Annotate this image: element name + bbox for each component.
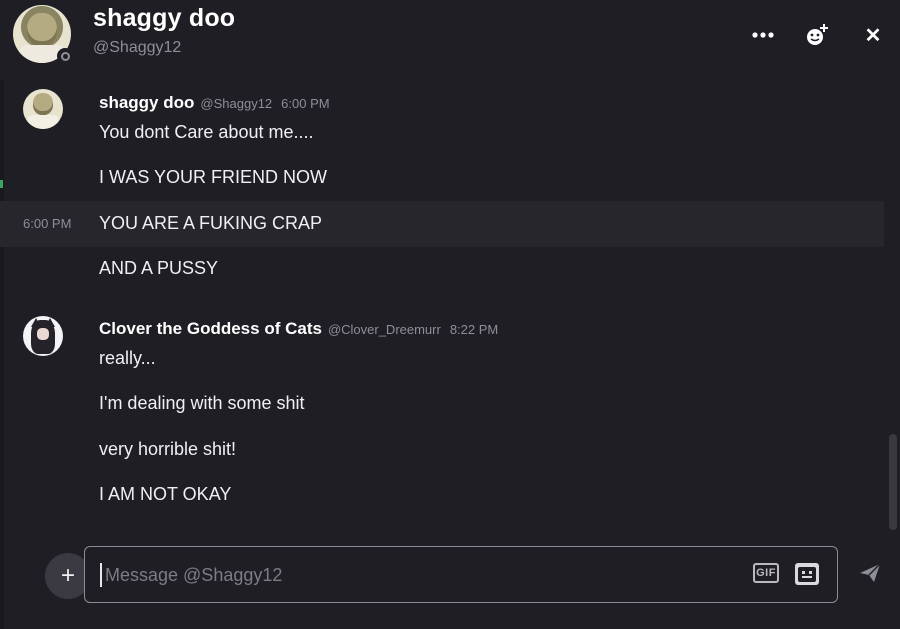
message-text: very horrible shit!	[99, 439, 237, 459]
more-icon	[752, 32, 774, 38]
message-header: Clover the Goddess of Cats @Clover_Dreem…	[99, 319, 498, 339]
message-timestamp: 8:22 PM	[449, 322, 499, 337]
close-button[interactable]: ✕	[858, 20, 888, 50]
message-composer: + GIF	[0, 540, 900, 629]
add-friend-button[interactable]	[802, 20, 832, 50]
sticker-icon	[795, 563, 819, 585]
close-icon: ✕	[864, 24, 882, 47]
message-avatar-shaggy[interactable]	[23, 89, 63, 129]
send-icon	[860, 563, 881, 582]
message-author[interactable]: shaggy doo	[99, 93, 194, 113]
avatar-face	[27, 13, 57, 47]
message-text: AND A PUSSY	[99, 258, 219, 278]
avatar-shirt	[27, 115, 59, 129]
scrollbar-thumb[interactable]	[889, 434, 897, 530]
message-text: I WAS YOUR FRIEND NOW	[99, 167, 328, 187]
message-handle: @Shaggy12	[200, 96, 273, 111]
status-ring	[60, 51, 70, 61]
send-button[interactable]	[858, 562, 884, 588]
status-offline-indicator	[57, 48, 73, 64]
avatar-face	[37, 328, 49, 340]
message-timestamp: 6:00 PM	[281, 96, 330, 111]
avatar-face	[33, 93, 53, 115]
header-handle: @Shaggy12	[93, 39, 182, 56]
message-text: I'm dealing with some shit	[99, 393, 305, 413]
message-text: You dont Care about me....	[99, 122, 314, 142]
message-input-box[interactable]: GIF	[84, 546, 838, 603]
dm-header: shaggy doo @Shaggy12 ✕	[0, 0, 900, 80]
header-name: shaggy doo	[93, 4, 236, 32]
message-text: really...	[99, 348, 156, 368]
message-list[interactable]: shaggy doo @Shaggy12 6:00 PM You dont Ca…	[0, 80, 884, 530]
message-input[interactable]	[105, 562, 725, 588]
sticker-button[interactable]	[794, 562, 820, 586]
hover-timestamp: 6:00 PM	[23, 216, 72, 231]
more-options-button[interactable]	[748, 20, 778, 50]
message-text: I AM NOT OKAY	[99, 484, 232, 504]
message-scrollbar[interactable]	[888, 82, 898, 532]
message-avatar-clover[interactable]	[23, 316, 63, 356]
message-handle: @Clover_Dreemurr	[327, 322, 441, 337]
gif-button[interactable]: GIF	[753, 563, 779, 583]
message-author[interactable]: Clover the Goddess of Cats	[99, 319, 322, 339]
text-caret	[100, 563, 102, 587]
message-text: YOU ARE A FUKING CRAP	[99, 213, 323, 233]
add-friend-icon	[807, 24, 828, 45]
message-header: shaggy doo @Shaggy12 6:00 PM	[99, 93, 330, 113]
